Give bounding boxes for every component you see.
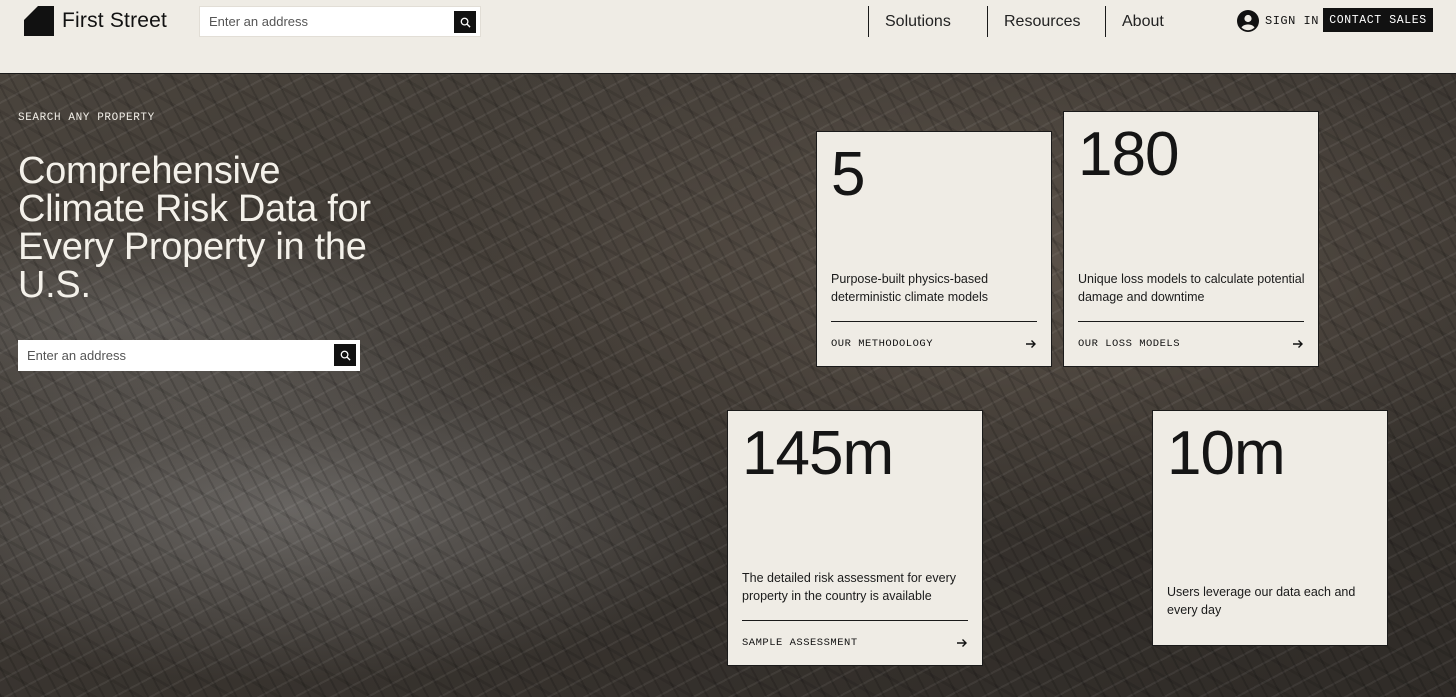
stat-card-climate-models: 5 Purpose-built physics-based determinis… [816,131,1052,367]
divider [742,620,968,621]
search-icon [460,17,471,28]
link-label: SAMPLE ASSESSMENT [742,637,858,649]
top-navigation-bar: First Street Solutions Resources About S… [0,0,1456,42]
our-methodology-link[interactable]: OUR METHODOLOGY [831,336,1037,352]
search-icon [340,350,351,361]
stat-value: 145m [742,419,894,488]
nav-solutions[interactable]: Solutions [868,6,988,37]
arrow-right-icon [1293,340,1303,348]
header-search-field [199,6,481,37]
stat-value: 10m [1167,419,1286,488]
our-loss-models-link[interactable]: OUR LOSS MODELS [1078,336,1304,352]
divider [831,321,1037,322]
nav-about[interactable]: About [1105,6,1212,37]
stat-description: Users leverage our data each and every d… [1167,585,1356,617]
stat-card-loss-models: 180 Unique loss models to calculate pote… [1063,111,1319,367]
stat-description: The detailed risk assessment for every p… [742,571,956,603]
stat-card-properties: 145m The detailed risk assessment for ev… [727,410,983,666]
arrow-right-icon [957,639,967,647]
header-search-button[interactable] [454,11,476,33]
stat-description: Unique loss models to calculate potentia… [1078,272,1305,304]
hero-eyebrow: SEARCH ANY PROPERTY [18,112,155,124]
stat-value: 5 [831,140,865,209]
arrow-right-icon [1026,340,1036,348]
nav-resources[interactable]: Resources [987,6,1107,37]
link-label: OUR METHODOLOGY [831,338,934,350]
hero-headline: Comprehensive Climate Risk Data for Ever… [18,150,371,306]
stat-value: 180 [1078,120,1179,189]
contact-sales-button[interactable]: CONTACT SALES [1323,8,1433,32]
account-circle-icon [1237,10,1259,32]
sign-in-label: SIGN IN [1265,14,1319,28]
logo-text: First Street [62,9,168,32]
header-search-input[interactable] [209,7,439,36]
stat-description: Purpose-built physics-based deterministi… [831,272,989,304]
hero-search-input[interactable] [27,340,257,371]
logo[interactable]: First Street [24,6,167,36]
sign-in-button[interactable]: SIGN IN [1237,10,1319,32]
hero-search-button[interactable] [334,344,356,366]
first-street-logo-icon [24,6,54,36]
stat-card-users: 10m Users leverage our data each and eve… [1152,410,1388,646]
divider [1078,321,1304,322]
sub-navigation-bar [0,42,1456,115]
hero-search-field [18,340,360,371]
link-label: OUR LOSS MODELS [1078,338,1181,350]
sample-assessment-link[interactable]: SAMPLE ASSESSMENT [742,635,968,651]
